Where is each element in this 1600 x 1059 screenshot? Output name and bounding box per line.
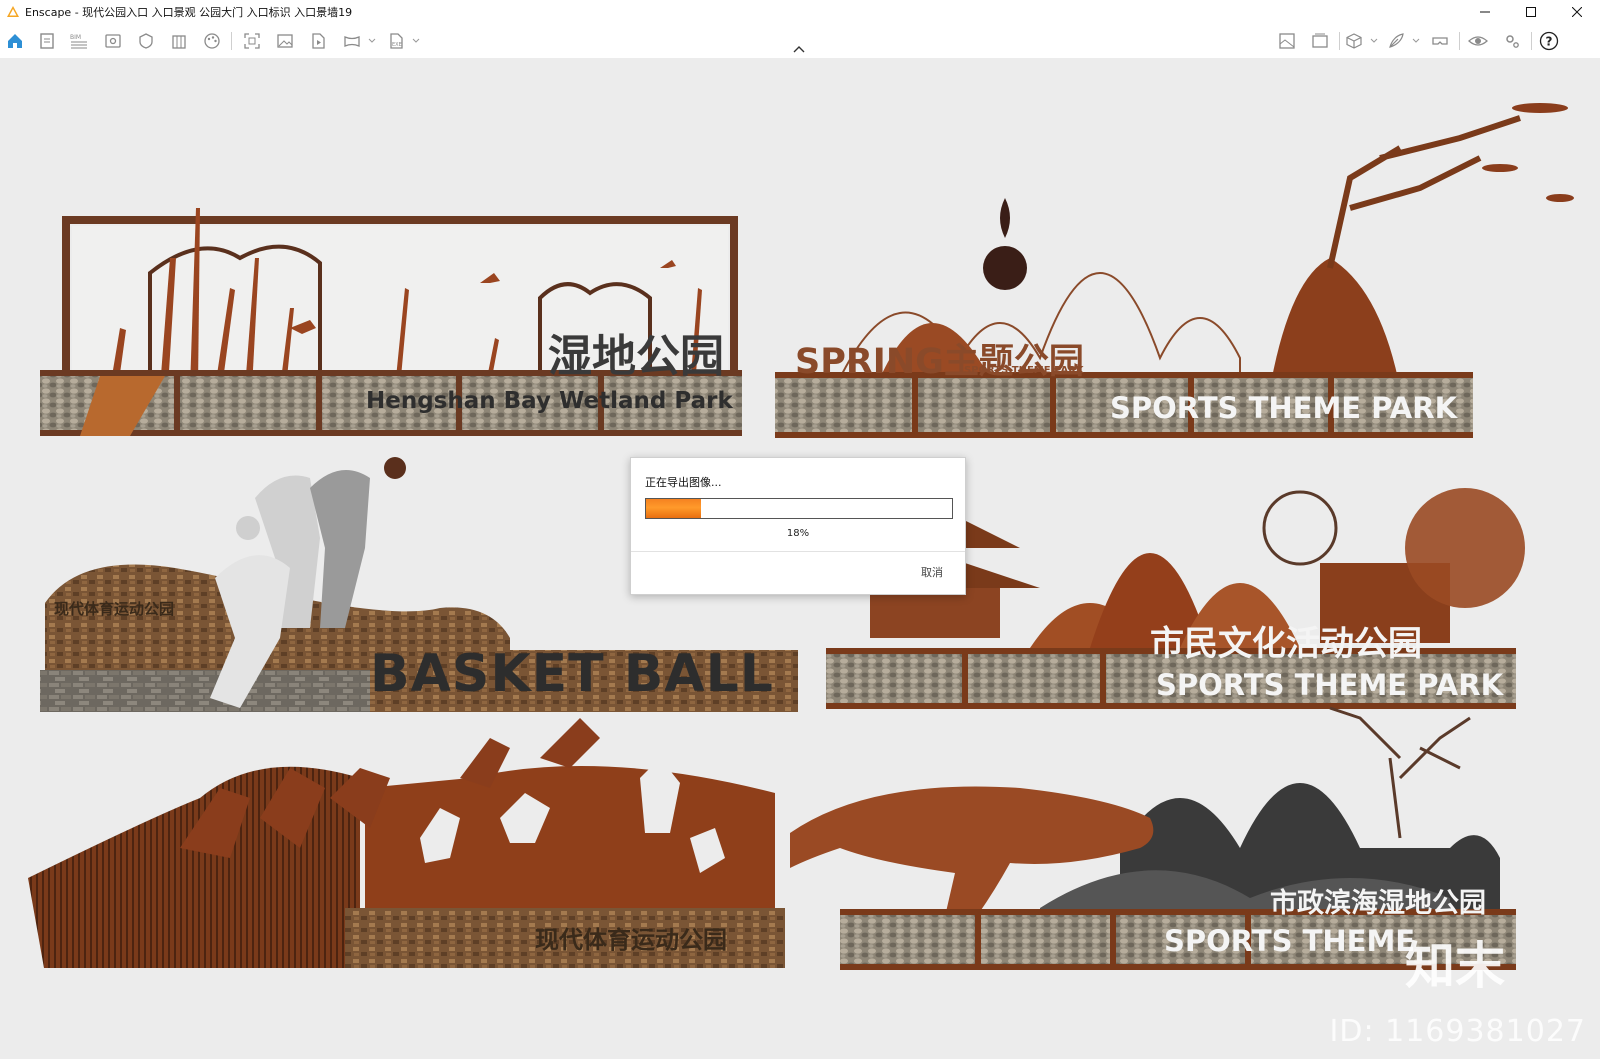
collapse-toolbar-chevron-up-icon[interactable] <box>793 46 805 54</box>
minimize-button[interactable] <box>1462 0 1508 24</box>
file-button[interactable] <box>37 31 57 51</box>
cube-icon <box>1346 33 1362 49</box>
wetland-en-label: Hengshan Bay Wetland Park <box>366 388 733 414</box>
watermark-logo: 知末 <box>1405 937 1505 995</box>
dialog-title: 正在导出图像... <box>645 476 722 489</box>
sports-cn-label: 现代体育运动公园 <box>535 926 727 954</box>
panorama-icon <box>344 36 360 47</box>
minimize-icon <box>1480 11 1490 13</box>
panorama-dropdown-chevron-down-icon[interactable] <box>368 37 376 45</box>
palette-button[interactable] <box>202 31 222 51</box>
window-controls <box>1462 0 1600 24</box>
help-button[interactable]: ? <box>1539 31 1559 51</box>
feather-dropdown-chevron-down-icon[interactable] <box>1412 37 1420 45</box>
close-icon <box>1572 7 1582 17</box>
dialog-divider <box>631 551 965 552</box>
toolbar-separator <box>1459 32 1460 50</box>
cube-button[interactable] <box>1344 31 1364 51</box>
panorama-button[interactable] <box>342 31 362 51</box>
building-button[interactable] <box>169 31 189 51</box>
home-button[interactable] <box>5 31 25 51</box>
maximize-button[interactable] <box>1508 0 1554 24</box>
progress-bar-fill <box>646 499 702 518</box>
progress-bar <box>645 498 953 519</box>
vr-icon <box>1432 37 1448 45</box>
toolbar-separator <box>1339 32 1340 50</box>
spring-en-label: SPORTS THEME PARK <box>1110 391 1458 425</box>
bim-icon: BIM <box>70 34 87 49</box>
feather-button[interactable] <box>1386 31 1406 51</box>
spring-title-label: SPRING主题公园 <box>795 342 1084 382</box>
window-title: Enscape - 现代公园入口 入口景观 公园大门 入口标识 入口景墙19 <box>25 6 353 19</box>
toolbar-separator <box>231 32 232 50</box>
vr-button[interactable] <box>1430 31 1450 51</box>
export-icon: EXE <box>390 33 403 49</box>
export-progress-dialog: 正在导出图像... 18% 取消 <box>630 457 966 595</box>
watermark-id: ID: 1169381027 <box>1329 1014 1586 1049</box>
toolbar-separator <box>1531 32 1532 50</box>
basketball-cn-label: 现代体育运动公园 <box>54 600 175 618</box>
visibility-button[interactable] <box>1468 31 1488 51</box>
eye-view-icon <box>105 34 121 48</box>
screenshot-icon <box>244 33 260 49</box>
asset-icon <box>1279 33 1295 49</box>
gallery-icon <box>1312 33 1328 48</box>
gallery-button[interactable] <box>1310 31 1330 51</box>
view-button[interactable] <box>103 31 123 51</box>
palette-icon <box>204 33 220 49</box>
civic-cn-label: 市民文化活动公园 <box>1150 624 1422 664</box>
progress-percent-label: 18% <box>786 528 810 539</box>
image-icon <box>277 34 293 48</box>
svg-text:BIM: BIM <box>70 34 81 41</box>
cancel-button[interactable]: 取消 <box>921 564 943 580</box>
coastal-en-label: SPORTS THEME <box>1164 924 1416 958</box>
settings-button[interactable] <box>1502 31 1522 51</box>
civic-en-label: SPORTS THEME PARK <box>1156 668 1504 702</box>
shield-icon <box>139 33 153 49</box>
visibility-icon <box>1468 36 1488 46</box>
enscape-logo-icon <box>7 6 19 17</box>
video-button[interactable] <box>308 31 328 51</box>
spring-theme-park-sign <box>775 103 1574 438</box>
screenshot-button[interactable] <box>242 31 262 51</box>
help-icon: ? <box>1539 31 1559 51</box>
close-button[interactable] <box>1554 0 1600 24</box>
title-bar: Enscape - 现代公园入口 入口景观 公园大门 入口标识 入口景墙19 <box>0 0 1600 24</box>
building-icon <box>172 35 186 49</box>
export-button[interactable]: EXE <box>386 31 406 51</box>
video-file-icon <box>312 33 325 49</box>
image-button[interactable] <box>275 31 295 51</box>
coastal-cn-label: 市政滨海湿地公园 <box>1270 888 1486 919</box>
cube-dropdown-chevron-down-icon[interactable] <box>1370 37 1378 45</box>
home-icon <box>8 34 22 48</box>
export-dropdown-chevron-down-icon[interactable] <box>412 37 420 45</box>
svg-text:?: ? <box>1546 35 1553 49</box>
asset-library-button[interactable] <box>1277 31 1297 51</box>
spring-sub-label: SPORTS THEME PARK <box>964 365 1084 376</box>
maximize-icon <box>1526 7 1536 17</box>
bim-button[interactable]: BIM <box>69 31 89 51</box>
feather-icon <box>1389 33 1404 48</box>
wetland-cn-label: 湿地公园 <box>548 331 724 382</box>
basketball-en-label: BASKET BALL <box>370 644 774 704</box>
settings-icon <box>1506 35 1519 48</box>
section-button[interactable] <box>136 31 156 51</box>
file-icon <box>40 33 54 49</box>
svg-text:EXE: EXE <box>392 42 402 48</box>
